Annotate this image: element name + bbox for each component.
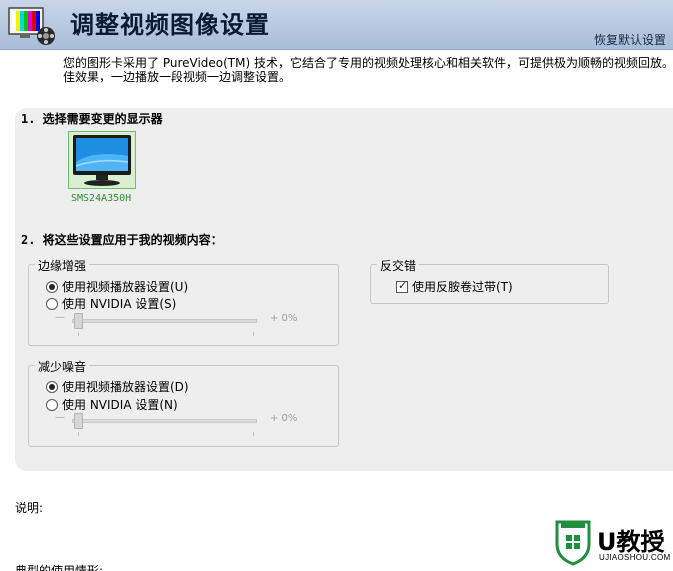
slider-minus-label: — [55,312,65,323]
noise-reduction-slider[interactable]: — + 0% [55,411,315,436]
monitor-label: SMS24A350H [71,193,132,204]
watermark-url: UJIAOSHOU.COM [599,553,671,562]
step1-title: 1. 选择需要变更的显示器 [21,112,163,126]
display-selector-monitor[interactable] [68,131,136,189]
noise-option1-label: 使用视频播放器设置(D) [62,380,189,394]
noise-reduction-title: 减少噪音 [35,358,90,375]
header-bar: 调整视频图像设置 恢复默认设置 [0,0,673,50]
slider-tick [253,332,254,336]
checkbox-checked-icon [396,279,408,293]
slider-minus-label: — [55,412,65,423]
step2-title: 2. 将这些设置应用于我的视频内容： [21,233,223,247]
noise-player-settings-radio[interactable]: 使用视频播放器设置(D) [46,378,189,395]
typical-usage-label: 典型的使用情形: [15,564,104,571]
radio-unselected-icon [46,297,58,310]
slider-track [72,319,257,323]
edge-enhancement-slider[interactable]: — + 0% [55,311,315,336]
slider-thumb[interactable] [74,413,83,429]
edge-nvidia-settings-radio[interactable]: 使用 NVIDIA 设置(S) [46,295,176,312]
radio-selected-icon [46,380,58,393]
restore-defaults-link[interactable]: 恢复默认设置 [594,31,666,48]
shield-logo-icon [555,520,591,566]
watermark: U教授 UJIAOSHOU.COM [553,520,673,568]
slider-thumb[interactable] [74,313,83,329]
page-title: 调整视频图像设置 [70,11,270,39]
inverse-telecine-checkbox[interactable]: 使用反胺卷过带(T) [396,278,513,295]
edge-enhancement-title: 边缘增强 [35,257,90,274]
slider-track [72,419,257,423]
edge-player-settings-radio[interactable]: 使用视频播放器设置(U) [46,278,188,295]
radio-unselected-icon [46,398,58,411]
page-description: 您的图形卡采用了 PureVideo(TM) 技术，它结合了专用的视频处理核心和… [63,56,673,84]
watermark-brand: U教授 [597,528,665,556]
description-line-1: 您的图形卡采用了 PureVideo(TM) 技术，它结合了专用的视频处理核心和… [63,56,673,70]
slider-value-label: + 0% [270,413,298,424]
slider-tick [78,332,79,336]
slider-value-label: + 0% [270,313,298,324]
radio-selected-icon [46,280,58,293]
slider-tick [253,432,254,436]
explanation-label: 说明: [15,501,44,515]
deinterlacing-checkbox-label: 使用反胺卷过带(T) [412,280,513,294]
slider-tick [78,432,79,436]
video-settings-icon [8,7,55,45]
deinterlacing-title: 反交错 [377,257,420,274]
edge-option2-label: 使用 NVIDIA 设置(S) [62,297,177,311]
monitor-icon [73,135,131,186]
edge-option1-label: 使用视频播放器设置(U) [62,280,189,294]
description-line-2: 佳效果，一边播放一段视频一边调整设置。 [63,70,292,84]
